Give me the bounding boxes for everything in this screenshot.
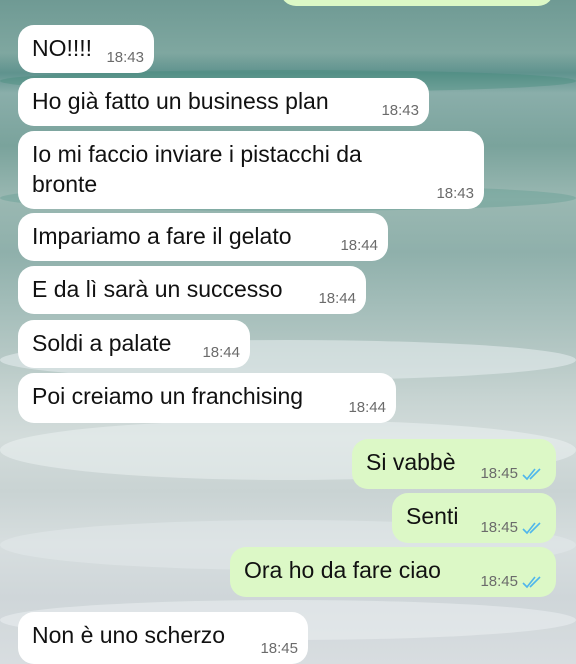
partial-message-bubble[interactable] xyxy=(280,0,554,6)
message-text: Ho già fatto un business plan xyxy=(32,88,329,114)
message-time: 18:44 xyxy=(318,290,356,307)
message-bubble-incoming[interactable]: NO!!!! 18:43 xyxy=(18,25,154,73)
message-bubble-incoming[interactable]: Non è uno scherzo 18:45 xyxy=(18,612,308,664)
message-time: 18:45 xyxy=(480,465,518,482)
message-time: 18:44 xyxy=(340,237,378,254)
message-text: E da lì sarà un successo xyxy=(32,276,283,302)
message-bubble-incoming[interactable]: Io mi faccio inviare i pistacchi da bron… xyxy=(18,131,484,209)
message-text: Poi creiamo un franchising xyxy=(32,383,304,409)
message-time: 18:45 xyxy=(260,640,298,657)
message-bubble-outgoing[interactable]: Senti 18:45 xyxy=(392,493,556,543)
message-time: 18:45 xyxy=(480,519,518,536)
message-bubble-incoming[interactable]: E da lì sarà un successo 18:44 xyxy=(18,266,366,314)
message-text: Io mi faccio inviare i pistacchi da bron… xyxy=(32,141,362,197)
message-time: 18:43 xyxy=(106,49,144,66)
message-time: 18:45 xyxy=(480,573,518,590)
message-bubble-incoming[interactable]: Ho già fatto un business plan 18:43 xyxy=(18,78,429,126)
message-text: Ora ho da fare ciao xyxy=(244,557,441,583)
message-text: Impariamo a fare il gelato xyxy=(32,223,292,249)
read-receipt-icon xyxy=(522,522,541,535)
message-time: 18:43 xyxy=(381,102,419,119)
message-bubble-outgoing[interactable]: Ora ho da fare ciao 18:45 xyxy=(230,547,556,597)
read-receipt-icon xyxy=(522,576,541,589)
message-text: Non è uno scherzo xyxy=(32,622,226,648)
message-bubble-incoming[interactable]: Impariamo a fare il gelato 18:44 xyxy=(18,213,388,261)
message-time: 18:44 xyxy=(202,344,240,361)
message-bubble-incoming[interactable]: Soldi a palate 18:44 xyxy=(18,320,250,368)
message-time: 18:43 xyxy=(436,185,474,202)
message-text: Senti xyxy=(406,503,459,529)
message-text: Soldi a palate xyxy=(32,330,172,356)
message-bubble-outgoing[interactable]: Si vabbè 18:45 xyxy=(352,439,556,489)
read-receipt-icon xyxy=(522,468,541,481)
message-bubble-incoming[interactable]: Poi creiamo un franchising 18:44 xyxy=(18,373,396,423)
message-text: Si vabbè xyxy=(366,449,456,475)
message-time: 18:44 xyxy=(348,399,386,416)
message-text: NO!!!! xyxy=(32,35,93,61)
